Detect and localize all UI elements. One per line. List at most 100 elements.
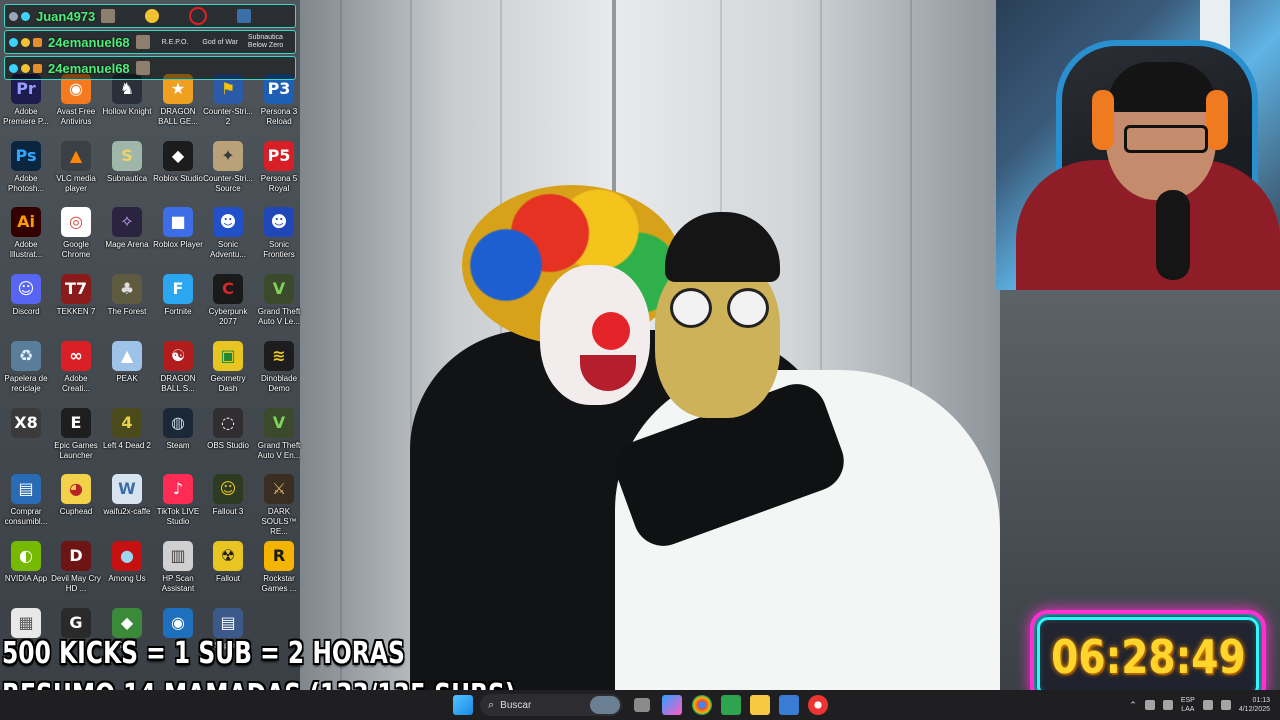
desktop-icon[interactable]: ♻ Papelera de reciclaje <box>1 340 51 394</box>
desktop-icon[interactable]: F Fortnite <box>153 274 203 317</box>
desktop-icon[interactable]: ✧ Mage Arena <box>102 207 152 250</box>
desktop-icon[interactable]: R Rockstar Games ... <box>254 540 304 594</box>
app-icon: ♻ <box>11 340 41 371</box>
desktop-icon[interactable]: ∞ Adobe Creati... <box>51 340 101 394</box>
app-icon: ◆ <box>163 140 193 171</box>
task-view-icon[interactable] <box>634 698 650 712</box>
desktop-icon[interactable]: ◆ Roblox Studio <box>153 140 203 184</box>
app-icon: R <box>264 540 294 571</box>
desktop-icon[interactable]: ☺ Fallout 3 <box>203 474 253 517</box>
badge-icon <box>33 63 42 73</box>
desktop-icon[interactable]: D Devil May Cry HD ... <box>51 540 101 594</box>
desktop-icon[interactable]: Ps Adobe Photosh... <box>1 140 51 194</box>
desktop-icon[interactable]: ● Among Us <box>102 540 152 584</box>
desktop-icon[interactable]: E Epic Games Launcher <box>51 407 101 461</box>
app-icon <box>264 608 294 638</box>
desktop-icon[interactable]: ☢ Fallout <box>203 540 253 584</box>
desktop-icon-label: Discord <box>12 307 40 317</box>
language-code: ESP <box>1180 697 1195 704</box>
clock[interactable]: 01:13 4/12/2025 <box>1239 696 1270 714</box>
volume-icon[interactable] <box>1220 700 1231 710</box>
desktop-icon-label: Counter-Stri... Source <box>203 173 253 193</box>
desktop-icon[interactable]: ☯ DRAGON BALL S... <box>153 340 203 394</box>
desktop-icon[interactable]: P5 Persona 5 Royal <box>254 140 304 194</box>
desktop-icon[interactable]: ◍ Steam <box>153 407 203 451</box>
headset-icon <box>1092 90 1114 150</box>
chevron-up-icon[interactable]: ⌃ <box>1129 700 1137 711</box>
desktop-icon[interactable]: ◐ NVIDIA App <box>1 540 51 584</box>
desktop-icon[interactable]: ■ Roblox Player <box>153 207 203 250</box>
app-icon: ■ <box>163 207 193 238</box>
clock-date: 4/12/2025 <box>1238 706 1270 713</box>
app-icon: ☯ <box>163 340 193 371</box>
desktop-icon-label: PEAK <box>116 373 138 383</box>
desktop-icon[interactable]: 4 Left 4 Dead 2 <box>102 407 152 451</box>
desktop-icon[interactable]: ▲ PEAK <box>102 340 152 384</box>
desktop-icon[interactable]: T7 TEKKEN 7 <box>51 274 101 317</box>
desktop-icon[interactable]: ▣ Geometry Dash <box>203 340 253 394</box>
folder-icon[interactable] <box>750 695 770 715</box>
start-button[interactable] <box>453 695 473 715</box>
desktop-icon[interactable]: X8 <box>1 407 51 441</box>
app-icon: ◌ <box>213 407 243 438</box>
desktop-icon[interactable]: ✦ Counter-Stri... Source <box>203 140 253 194</box>
app-icon: ♣ <box>112 274 142 305</box>
badge-icon <box>9 37 18 47</box>
desktop-icon[interactable]: ▲ VLC media player <box>51 140 101 194</box>
desktop-icon[interactable]: ♣ The Forest <box>102 274 152 317</box>
xbox-icon[interactable] <box>721 695 741 715</box>
desktop-icon-label: Sonic Frontiers <box>263 240 295 260</box>
app-icon: ◐ <box>11 540 41 571</box>
badge-icon <box>9 11 18 21</box>
desktop-icon-label: DRAGON BALL S... <box>160 373 196 393</box>
desktop-icon-label: Steam <box>166 440 190 450</box>
desktop-icon[interactable]: ☻ Sonic Frontiers <box>254 207 304 260</box>
tray-app-icon[interactable] <box>1162 700 1173 710</box>
webcam-overlay <box>996 0 1280 290</box>
desktop-icon[interactable]: ◕ Cuphead <box>51 474 101 517</box>
desktop-icon[interactable]: ▥ HP Scan Assistant <box>153 540 203 594</box>
desktop-icon[interactable]: ≋ Dinoblade Demo <box>254 340 304 394</box>
tray-app-icon[interactable] <box>1144 700 1155 710</box>
store-icon[interactable] <box>779 695 799 715</box>
desktop-icon[interactable]: Wwaifu2x-caffe <box>102 474 152 517</box>
network-icon[interactable] <box>1202 700 1213 710</box>
emote-icon <box>189 7 208 25</box>
emote-icon <box>135 61 150 75</box>
desktop-icon-label: Google Chrome <box>61 240 91 260</box>
desktop-icon-label: Subnautica <box>106 173 148 183</box>
app-icon: ▥ <box>163 540 193 571</box>
desktop-icon-label: Persona 5 Royal <box>260 173 298 193</box>
taskbar: ⌕ Buscar ⌃ ESP LAA 01:13 4/12/2025 <box>0 690 1280 720</box>
desktop-icon[interactable]: ⚔ DARK SOULS™ RE... <box>254 474 304 537</box>
copilot-icon[interactable] <box>662 695 682 715</box>
app-icon: X8 <box>11 407 41 438</box>
desktop-icon-label: DARK SOULS™ RE... <box>261 507 297 537</box>
desktop-icon-label: Fortnite <box>164 307 192 317</box>
desktop-icon[interactable]: C Cyberpunk 2077 <box>203 274 253 327</box>
desktop-icon[interactable]: S Subnautica <box>102 140 152 184</box>
desktop-icon-label: Adobe Premiere P... <box>3 107 49 126</box>
microphone-icon <box>1156 190 1190 280</box>
app-icon: G <box>61 607 91 638</box>
desktop-icon[interactable]: ☺ Discord <box>1 274 51 317</box>
desktop-icon[interactable]: V Grand Theft Auto V En... <box>254 407 304 461</box>
underlay-label: Subnautica Below Zero <box>247 34 284 49</box>
desktop-icon-label: Fallout <box>215 573 240 583</box>
app-icon: ☻ <box>264 207 294 238</box>
desktop-icon[interactable]: ♪ TikTok LIVE Studio <box>153 474 203 527</box>
desktop-icon-label: Counter-Stri... 2 <box>203 107 253 126</box>
clock-time: 01:13 <box>1252 697 1270 704</box>
desktop-icon[interactable]: ☻ Sonic Adventu... <box>203 207 253 260</box>
desktop-icon[interactable]: ◌ OBS Studio <box>203 407 253 451</box>
desktop-icon-label: Geometry Dash <box>210 373 246 393</box>
search-input[interactable]: ⌕ Buscar <box>480 694 622 716</box>
desktop-icon[interactable]: Ai Adobe Illustrat... <box>1 207 51 260</box>
desktop-icon[interactable]: ▤ Comprar consumibl... <box>1 474 51 527</box>
recording-app-icon[interactable] <box>808 695 828 715</box>
desktop-icon[interactable]: V Grand Theft Auto V Le... <box>254 274 304 327</box>
desktop-icon[interactable]: ◎ Google Chrome <box>51 207 101 260</box>
language-indicator[interactable]: ESP LAA <box>1181 696 1195 714</box>
app-icon: ✦ <box>213 140 243 171</box>
chrome-icon[interactable] <box>692 695 712 715</box>
